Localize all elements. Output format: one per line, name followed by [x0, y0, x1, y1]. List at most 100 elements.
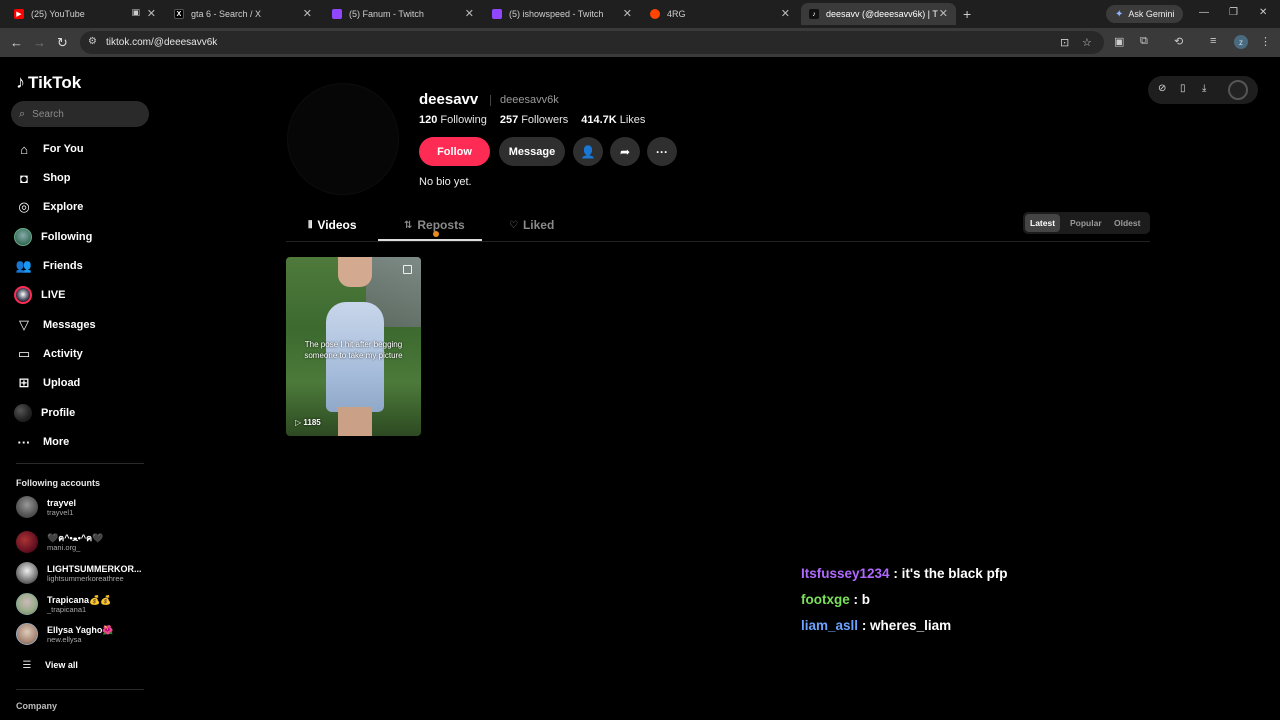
tab-liked[interactable]: ♡ Liked [509, 218, 554, 232]
nav-messages[interactable]: ▽ Messages [16, 315, 96, 335]
video-thumbnail-legs [338, 407, 372, 436]
live-icon [14, 286, 32, 304]
following-account-item[interactable]: 🖤ฅ⁠^⁠•ﻌ⁠•⁠^⁠ฅ🖤 mani.org_ [16, 530, 103, 554]
search-box[interactable]: ⌕ [11, 101, 149, 127]
browser-tab-x[interactable]: X gta 6 - Search / X ✕ [166, 3, 320, 25]
profile-picture[interactable] [287, 83, 399, 195]
reading-list-icon[interactable]: ≡ [1210, 35, 1216, 47]
company-link[interactable]: Company [16, 701, 57, 711]
sidebar-divider [16, 689, 144, 690]
nav-profile[interactable]: Profile [14, 403, 75, 423]
nav-shop[interactable]: ◘ Shop [16, 168, 70, 188]
browser-tab-youtube[interactable]: ▶ (25) YouTube ▣ ✕ [6, 3, 164, 25]
profile-content-tabs: ⦀ Videos ⇅ Reposts ♡ Liked [286, 214, 1150, 242]
close-tab-icon[interactable]: ✕ [147, 7, 156, 20]
browser-menu-icon[interactable]: ⋮ [1260, 35, 1271, 48]
following-account-item[interactable]: LIGHTSUMMERKOR... lightsummerkoreathree [16, 561, 142, 585]
search-input[interactable] [32, 108, 133, 120]
profile-stats: 120 Following 257 Followers 414.7K Likes [419, 114, 645, 126]
more-options-button[interactable]: ··· [647, 137, 677, 166]
close-tab-icon[interactable]: ✕ [465, 7, 474, 20]
chat-text: : wheres_liam [861, 618, 952, 633]
close-tab-icon[interactable]: ✕ [781, 7, 790, 20]
browser-tab-tiktok[interactable]: ♪ deesavv (@deeesavv6k) | TikTok ✕ [801, 3, 956, 25]
install-app-icon[interactable]: ⊡ [1060, 36, 1069, 49]
nav-explore[interactable]: ◎ Explore [16, 197, 83, 217]
sort-popular[interactable]: Popular [1065, 214, 1107, 232]
chat-username: footxge [801, 592, 850, 607]
nav-for-you[interactable]: ⌂ For You [16, 139, 83, 159]
download-icon[interactable]: ⤓ [1202, 83, 1206, 94]
reddit-icon [650, 9, 660, 19]
following-account-item[interactable]: Ellysa Yagho🌺 new.ellysa [16, 622, 114, 646]
browser-tab-bar: ▶ (25) YouTube ▣ ✕ X gta 6 - Search / X … [0, 0, 1280, 28]
video-thumbnail-figure [338, 257, 372, 287]
nav-upload[interactable]: ⊞ Upload [16, 373, 81, 393]
grid-icon: ⦀ [308, 219, 313, 231]
nav-following[interactable]: Following [14, 227, 92, 247]
chat-message: Itsfussey1234 : it's the black pfp [801, 566, 1008, 581]
new-tab-icon[interactable]: + [963, 6, 971, 22]
history-icon[interactable]: ⟲ [1174, 35, 1183, 48]
friends-icon: 👥 [15, 258, 33, 273]
video-card[interactable]: The pose I hit after begging someone to … [286, 257, 421, 436]
nav-live[interactable]: LIVE [14, 285, 65, 305]
chat-text: : b [853, 592, 871, 607]
phone-icon[interactable]: ▯ [1180, 83, 1186, 94]
sort-latest[interactable]: Latest [1025, 214, 1061, 232]
close-tab-icon[interactable]: ✕ [623, 7, 632, 20]
browser-tab-4rg[interactable]: 4RG ✕ [642, 3, 798, 25]
more-icon: ··· [17, 434, 31, 450]
nav-friends[interactable]: 👥 Friends [16, 256, 83, 276]
following-stat[interactable]: 120 Following [419, 114, 487, 126]
view-all-link[interactable]: ☰ View all [16, 653, 78, 677]
nav-more[interactable]: ··· More [16, 432, 70, 452]
bookmark-star-icon[interactable]: ☆ [1082, 36, 1092, 49]
restore-window-icon[interactable]: ❐ [1229, 7, 1238, 18]
profile-bio: No bio yet. [419, 176, 472, 188]
forward-arrow-icon[interactable]: → [33, 35, 46, 50]
chat-username: liam_asll [801, 618, 859, 633]
sidebar-divider [16, 463, 144, 464]
tab-videos[interactable]: ⦀ Videos [308, 218, 357, 232]
chat-text: : it's the black pfp [893, 566, 1008, 581]
browser-profile-avatar[interactable]: z [1234, 35, 1248, 49]
user-avatar[interactable] [1228, 80, 1248, 100]
add-friend-button[interactable]: 👤 [573, 137, 603, 166]
sort-oldest[interactable]: Oldest [1109, 214, 1145, 232]
address-bar[interactable]: ⚙ tiktok.com/@deeesavv6k ⊡ ☆ [80, 31, 1104, 54]
extensions-puzzle-icon[interactable]: ⧉ [1140, 35, 1148, 48]
list-icon: ☰ [22, 659, 32, 671]
following-account-item[interactable]: trayvel trayvel1 [16, 495, 76, 519]
youtube-icon: ▶ [14, 9, 24, 19]
account-avatar [16, 531, 38, 553]
following-account-item[interactable]: Trapicana💰💰 _trapicana1 [16, 592, 111, 616]
share-button[interactable]: ➦ [610, 137, 640, 166]
message-button[interactable]: Message [499, 137, 565, 166]
tiktok-sidebar: ♪ TikTok ⌕ ⌂ For You ◘ Shop ◎ Explore Fo… [0, 57, 160, 720]
browser-tab-ishowspeed-twitch[interactable]: (5) ishowspeed - Twitch ✕ [484, 3, 640, 25]
back-arrow-icon[interactable]: ← [10, 35, 23, 50]
tab-reposts[interactable]: ⇅ Reposts [404, 218, 465, 232]
video-view-count: ▷ 1185 [295, 418, 321, 427]
minimize-window-icon[interactable]: — [1199, 7, 1209, 18]
nav-activity[interactable]: ▭ Activity [16, 344, 83, 364]
close-window-icon[interactable]: ✕ [1259, 7, 1267, 18]
followers-stat[interactable]: 257 Followers [500, 114, 568, 126]
site-info-icon[interactable]: ⚙ [88, 36, 97, 47]
browser-tab-fanum-twitch[interactable]: (5) Fanum - Twitch ✕ [324, 3, 482, 25]
multi-photo-icon [403, 265, 412, 274]
profile-display-name: deesavv [419, 91, 479, 108]
compass-icon[interactable]: ⊘ [1158, 83, 1166, 94]
upload-icon: ⊞ [18, 375, 30, 390]
shop-bag-icon: ◘ [20, 170, 28, 186]
follow-button[interactable]: Follow [419, 137, 490, 166]
tab-hover-underline [378, 239, 482, 241]
reload-icon[interactable]: ↻ [57, 35, 68, 51]
tiktok-logo[interactable]: ♪ TikTok [16, 72, 81, 93]
extension-icon[interactable]: ▣ [1114, 35, 1124, 48]
media-playing-icon[interactable]: ▣ [131, 7, 140, 18]
close-tab-icon[interactable]: ✕ [303, 7, 312, 20]
ask-gemini-button[interactable]: ✦ Ask Gemini [1106, 5, 1184, 23]
close-tab-icon[interactable]: ✕ [939, 7, 948, 20]
